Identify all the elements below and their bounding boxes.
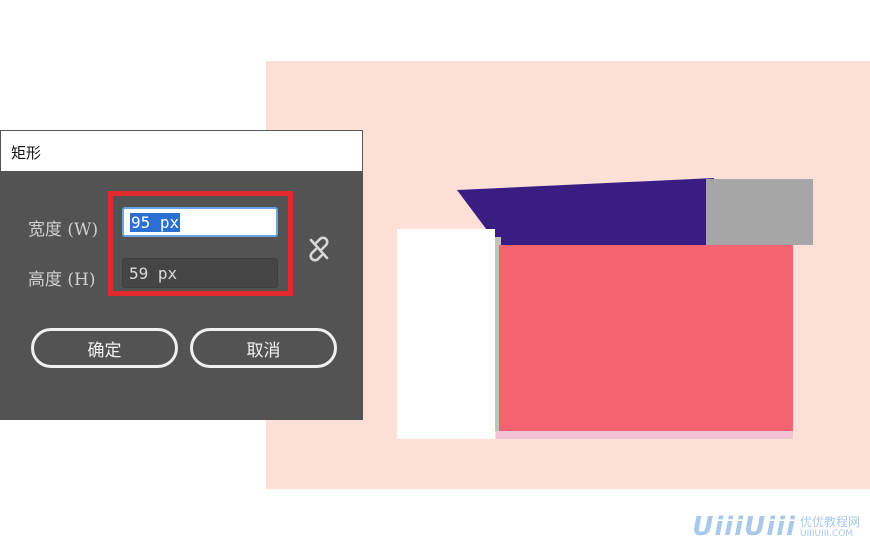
dialog-title: 矩形 bbox=[11, 144, 42, 162]
cancel-button[interactable]: 取消 bbox=[190, 328, 337, 368]
dialog-titlebar[interactable]: 矩形 bbox=[0, 130, 363, 171]
width-label: 宽度 (W) bbox=[28, 220, 99, 240]
watermark: UiiiUiii 优优教程网 UIIIUIII.COM bbox=[692, 512, 860, 542]
gray-rectangle[interactable] bbox=[706, 179, 813, 245]
ok-button-label: 确定 bbox=[87, 340, 122, 361]
height-label: 高度 (H) bbox=[28, 270, 96, 290]
cancel-button-label: 取消 bbox=[246, 340, 281, 361]
white-rectangle[interactable] bbox=[397, 229, 495, 439]
watermark-logo: UiiiUiii bbox=[692, 512, 796, 542]
unlink-icon[interactable] bbox=[305, 234, 333, 264]
coral-rectangle[interactable] bbox=[499, 245, 793, 431]
red-highlight-box bbox=[108, 191, 293, 296]
ok-button[interactable]: 确定 bbox=[31, 328, 178, 368]
watermark-url: UIIIUIII.COM bbox=[799, 528, 854, 539]
watermark-site-name: 优优教程网 bbox=[799, 514, 860, 529]
rectangle-dialog: 矩形 宽度 (W) 95 px 高度 (H) 59 px 确定 取消 bbox=[0, 130, 363, 420]
purple-roof-shape[interactable] bbox=[457, 178, 714, 245]
